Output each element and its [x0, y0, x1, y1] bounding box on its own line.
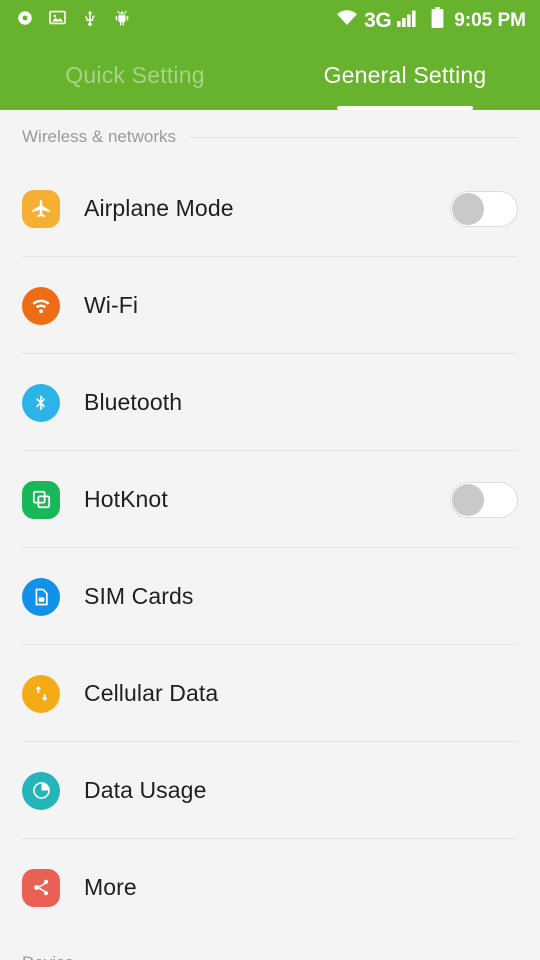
settings-screen: 3G 9:05 PM Quick Setting General Setting…: [0, 0, 540, 960]
sim-card-icon: [22, 577, 60, 616]
section-header-wireless: Wireless & networks: [0, 114, 540, 160]
list-item-data-usage[interactable]: Data Usage: [0, 742, 540, 839]
row-divider: [22, 935, 518, 936]
bluetooth-icon: [22, 383, 60, 422]
list-item-label: More: [84, 874, 137, 900]
toggle-knob: [452, 483, 484, 516]
tab-quick-setting[interactable]: Quick Setting: [0, 40, 270, 110]
list-item-sim-cards[interactable]: SIM Cards: [0, 548, 540, 645]
settings-list: Airplane Mode Wi-Fi Bluetooth HotKnot SI…: [0, 160, 540, 936]
list-item-label: HotKnot: [84, 486, 168, 512]
list-item-label: Airplane Mode: [84, 195, 234, 221]
airplane-mode-toggle[interactable]: [450, 190, 518, 227]
screenshot-image-icon: [48, 8, 67, 32]
tab-quick-setting-label: Quick Setting: [65, 61, 205, 88]
status-bar: 3G 9:05 PM: [0, 0, 540, 40]
airplane-icon: [22, 189, 60, 228]
cellular-data-icon: [22, 674, 60, 713]
list-item-label: Wi-Fi: [84, 292, 139, 318]
section-label-wireless: Wireless & networks: [22, 127, 176, 146]
wifi-icon: [336, 9, 358, 31]
status-bar-clock: 9:05 PM: [454, 9, 526, 31]
section-label-device: Device: [22, 953, 88, 960]
app-header: 3G 9:05 PM Quick Setting General Setting: [0, 0, 540, 110]
android-debug-icon: [113, 9, 131, 32]
list-item-hotknot[interactable]: HotKnot: [0, 451, 540, 548]
data-usage-icon: [22, 771, 60, 810]
usb-icon: [81, 9, 99, 32]
status-bar-left-icons: [16, 8, 131, 32]
signal-bars-icon: [397, 9, 419, 32]
list-item-more[interactable]: More: [0, 839, 540, 936]
list-item-wifi[interactable]: Wi-Fi: [0, 257, 540, 354]
toggle-knob: [452, 192, 484, 225]
list-item-label: SIM Cards: [84, 583, 194, 609]
section-divider: [189, 136, 518, 138]
tab-general-setting[interactable]: General Setting: [270, 40, 540, 110]
alarm-icon: [16, 9, 34, 32]
hotknot-toggle[interactable]: [450, 481, 518, 518]
list-item-airplane-mode[interactable]: Airplane Mode: [0, 160, 540, 257]
active-tab-indicator: [337, 106, 473, 110]
list-item-label: Cellular Data: [84, 680, 219, 706]
tab-bar: Quick Setting General Setting: [0, 40, 540, 110]
network-type-label: 3G: [364, 8, 392, 32]
status-bar-right-icons: 3G 9:05 PM: [336, 7, 526, 33]
wifi-icon: [22, 286, 60, 325]
tab-general-setting-label: General Setting: [323, 61, 487, 88]
hotknot-icon: [22, 480, 60, 519]
list-item-cellular-data[interactable]: Cellular Data: [0, 645, 540, 742]
list-item-label: Bluetooth: [84, 389, 183, 415]
list-item-bluetooth[interactable]: Bluetooth: [0, 354, 540, 451]
battery-icon: [431, 7, 444, 33]
list-item-label: Data Usage: [84, 777, 207, 803]
more-share-icon: [22, 868, 60, 907]
section-header-device: Device: [0, 940, 540, 960]
